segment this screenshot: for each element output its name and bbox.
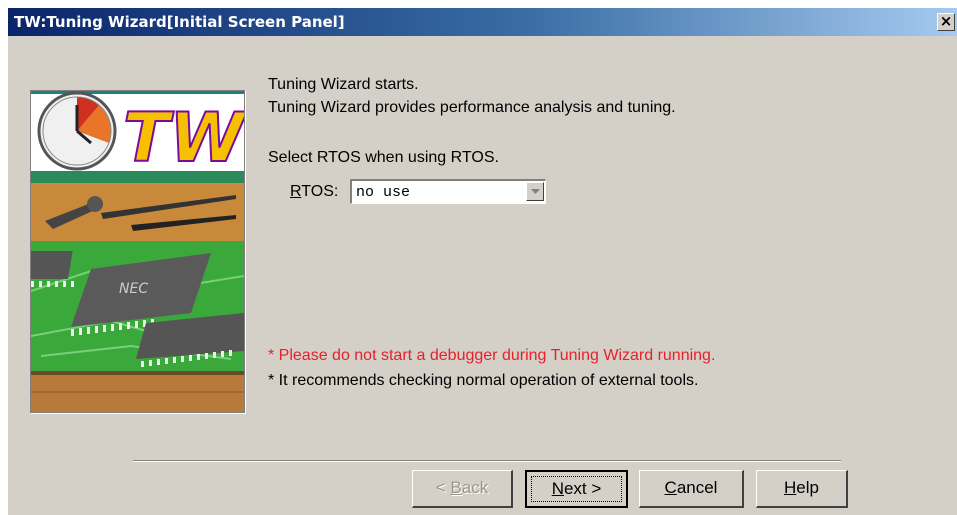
- back-button[interactable]: < Back: [412, 470, 513, 508]
- wizard-illustration: TW NEC: [30, 90, 245, 413]
- rtos-select[interactable]: no use: [350, 179, 546, 204]
- chevron-down-icon: [531, 189, 540, 194]
- next-button-label: Next >: [551, 479, 602, 498]
- cancel-button[interactable]: Cancel: [639, 470, 744, 508]
- rtos-label-rest: TOS:: [301, 183, 339, 200]
- help-button[interactable]: Help: [756, 470, 848, 508]
- help-button-label: Help: [784, 478, 819, 497]
- intro-line-2: Tuning Wizard provides performance analy…: [268, 99, 676, 116]
- rtos-label: RTOS:: [290, 183, 338, 201]
- debugger-warning: * Please do not start a debugger during …: [268, 347, 716, 364]
- external-tools-note: * It recommends checking normal operatio…: [268, 372, 699, 389]
- chip-label: NEC: [119, 281, 148, 297]
- close-icon: ×: [939, 12, 953, 30]
- tw-logo: TW: [123, 99, 244, 178]
- tuning-wizard-dialog: TW:Tuning Wizard[Initial Screen Panel] ×…: [8, 8, 957, 515]
- window-title: TW:Tuning Wizard[Initial Screen Panel]: [14, 13, 345, 31]
- close-button[interactable]: ×: [937, 13, 955, 31]
- rtos-dropdown-button[interactable]: [526, 182, 544, 201]
- intro-line-1: Tuning Wizard starts.: [268, 76, 419, 93]
- button-separator: [133, 460, 841, 462]
- select-rtos-prompt: Select RTOS when using RTOS.: [268, 149, 499, 166]
- back-button-label: < Back: [435, 478, 489, 497]
- cancel-button-label: Cancel: [664, 478, 718, 497]
- next-button[interactable]: Next >: [525, 470, 628, 508]
- rtos-label-mnemonic: R: [290, 183, 302, 200]
- rtos-selected-value: no use: [356, 184, 411, 201]
- title-bar[interactable]: TW:Tuning Wizard[Initial Screen Panel] ×: [8, 8, 957, 36]
